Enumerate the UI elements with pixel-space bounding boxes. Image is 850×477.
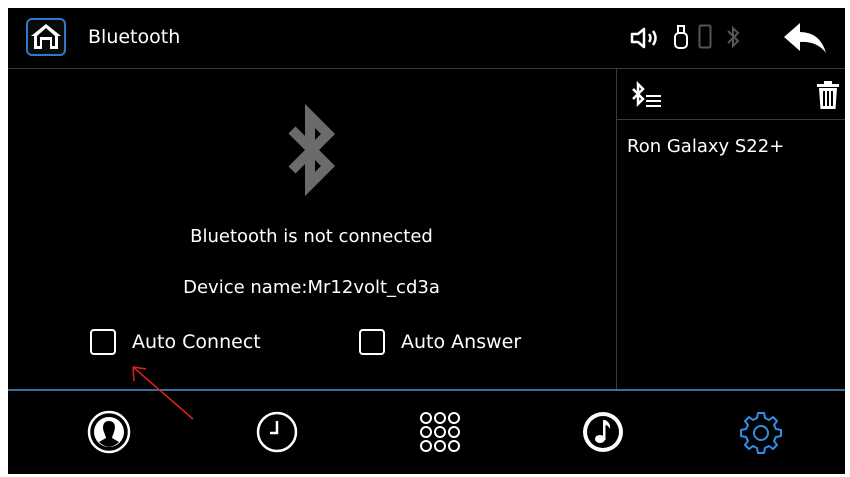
usb-icon bbox=[673, 24, 689, 50]
settings-button[interactable] bbox=[734, 405, 788, 459]
paired-devices-header bbox=[617, 69, 845, 120]
recent-calls-icon bbox=[254, 409, 300, 455]
auto-answer-label: Auto Answer bbox=[401, 331, 522, 353]
device-name-text: Device name:Mr12volt_cd3a bbox=[183, 277, 440, 298]
settings-icon bbox=[738, 409, 784, 455]
auto-connect-checkbox[interactable] bbox=[90, 329, 116, 355]
bluetooth-status-icon bbox=[725, 24, 741, 50]
bottom-nav bbox=[8, 391, 845, 474]
phone-icon bbox=[698, 24, 712, 50]
dialpad-icon bbox=[417, 409, 463, 455]
auto-connect-label: Auto Connect bbox=[132, 331, 261, 353]
auto-connect-option[interactable]: Auto Connect bbox=[90, 327, 261, 357]
top-bar: Bluetooth bbox=[8, 8, 845, 69]
bluetooth-status-pane: Bluetooth is not connected Device name:M… bbox=[8, 69, 615, 389]
home-icon bbox=[28, 20, 64, 54]
connection-status-text: Bluetooth is not connected bbox=[190, 226, 433, 247]
paired-devices-pane: Ron Galaxy S22+ bbox=[616, 69, 845, 389]
trash-icon[interactable] bbox=[816, 80, 840, 110]
contacts-button[interactable] bbox=[82, 405, 136, 459]
contacts-icon bbox=[86, 409, 132, 455]
paired-device-item[interactable]: Ron Galaxy S22+ bbox=[627, 136, 784, 157]
music-icon bbox=[580, 409, 626, 455]
dialpad-button[interactable] bbox=[413, 405, 467, 459]
bluetooth-list-icon[interactable] bbox=[631, 81, 665, 109]
app-screen: Bluetooth Bluetooth is not connected Dev… bbox=[8, 8, 845, 474]
music-button[interactable] bbox=[576, 405, 630, 459]
home-button[interactable] bbox=[26, 18, 66, 56]
bluetooth-logo-icon bbox=[282, 102, 342, 198]
volume-icon bbox=[630, 25, 662, 51]
auto-answer-option[interactable]: Auto Answer bbox=[359, 327, 521, 357]
auto-answer-checkbox[interactable] bbox=[359, 329, 385, 355]
page-title: Bluetooth bbox=[88, 26, 181, 48]
back-arrow-icon[interactable] bbox=[782, 21, 828, 55]
recent-calls-button[interactable] bbox=[250, 405, 304, 459]
